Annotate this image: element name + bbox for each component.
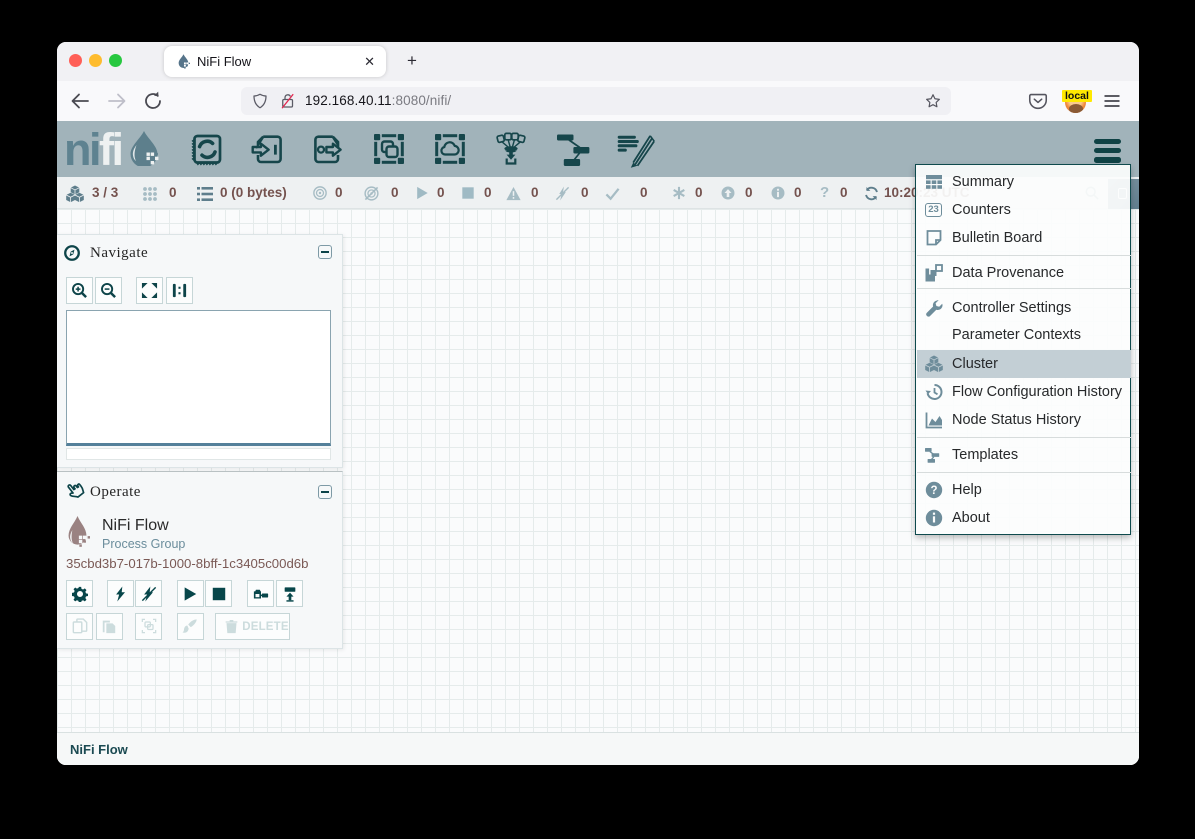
- svg-text:?: ?: [930, 485, 937, 497]
